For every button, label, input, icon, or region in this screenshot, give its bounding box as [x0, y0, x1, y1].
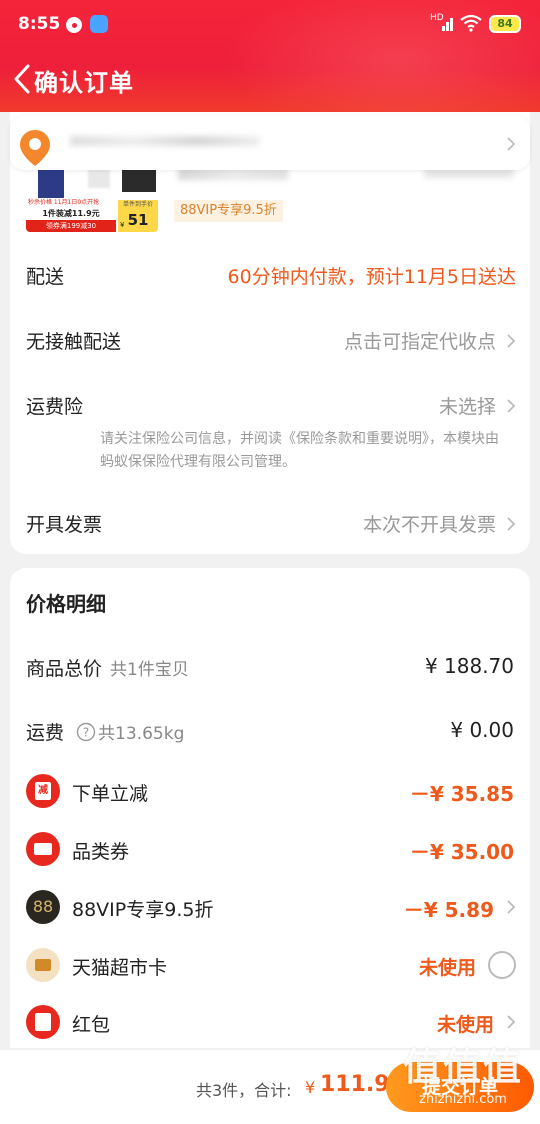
battery-icon: 84: [489, 15, 521, 33]
delivery-value: 60分钟内付款，预计11月5日送达: [227, 266, 516, 288]
coupon-icon: [26, 832, 60, 866]
insurance-label: 运费险: [26, 396, 84, 418]
insurance-row[interactable]: 运费险 未选择: [26, 392, 516, 420]
product-image-price-caption: 单件到手价: [122, 201, 153, 208]
product-image-tag: 秒杀价格 11月1日0点开抢: [28, 199, 100, 206]
product-image-price-currency: ¥: [120, 221, 125, 229]
goods-total-label-text: 商品总价: [26, 658, 103, 680]
chevron-right-icon: [506, 1013, 516, 1035]
ticket-glyph: [34, 843, 52, 855]
vip-amount: －¥ 5.89: [403, 898, 494, 922]
shipping-label: 运费 ? 共13.65kg: [26, 718, 184, 747]
invoice-label: 开具发票: [26, 514, 103, 536]
shipping-label-text: 运费: [26, 722, 65, 744]
status-time: 8:55: [18, 14, 61, 34]
app-notification-icon: [90, 15, 108, 33]
wifi-icon: [460, 14, 482, 37]
price-detail-title: 价格明细: [26, 592, 106, 616]
goods-total-row: 商品总价 共1件宝贝 ¥ 188.70: [26, 650, 516, 682]
chevron-left-icon: [14, 64, 30, 94]
vip-88-glyph: 88: [32, 897, 54, 916]
red-packet-row[interactable]: 红包 未使用: [26, 1005, 516, 1039]
total-currency: ¥: [305, 1078, 316, 1097]
chevron-right-icon: [506, 332, 516, 354]
goods-total-amount: ¥ 188.70: [424, 654, 514, 678]
contactless-value: 点击可指定代收点: [343, 331, 496, 353]
supermarket-card-value: 未使用: [418, 957, 476, 979]
notification-icon: [66, 17, 82, 33]
delivery-row: 配送 60分钟内付款，预计11月5日送达: [26, 262, 516, 290]
red-packet-glyph: [35, 1013, 51, 1031]
invoice-row[interactable]: 开具发票 本次不开具发票: [26, 510, 516, 538]
location-pin-icon: [18, 128, 52, 172]
card-glyph: [35, 959, 51, 971]
coupon-label: 品类券: [72, 841, 130, 863]
contactless-label: 无接触配送: [26, 331, 122, 353]
chevron-right-icon: [506, 397, 516, 419]
order-discount-row: 减 下单立减 －¥ 35.85: [26, 774, 516, 808]
red-packet-value: 未使用: [436, 1014, 494, 1036]
watermark-logo: 值值值: [402, 1045, 523, 1089]
site-watermark: 值值值 zhizhizhi.com: [393, 1043, 533, 1121]
supermarket-card-icon: [26, 948, 60, 982]
category-coupon-row: 品类券 －¥ 35.00: [26, 832, 516, 866]
nav-bar: 确认订单: [0, 52, 540, 106]
total-label: 共3件，合计:: [196, 1081, 292, 1100]
status-bar: 8:55 HD 84: [0, 0, 540, 48]
address-bar[interactable]: [10, 116, 530, 170]
product-image-price: 单件到手价 51 ¥: [118, 200, 158, 232]
discount-amount: －¥ 35.85: [409, 782, 514, 806]
delivery-label: 配送: [26, 266, 65, 288]
supermarket-card-label: 天猫超市卡: [72, 957, 168, 979]
product-image-coupon: 领券满199减30: [26, 220, 116, 232]
insurance-value: 未选择: [438, 396, 496, 418]
discount-label: 下单立减: [72, 783, 149, 805]
goods-count: 共1件宝贝: [110, 660, 189, 680]
header: 8:55 HD 84 确认订单: [0, 0, 540, 112]
shipping-row: 运费 ? 共13.65kg ¥ 0.00: [26, 714, 516, 746]
contactless-row[interactable]: 无接触配送 点击可指定代收点: [26, 327, 516, 355]
vip-discount-row[interactable]: 88 88VIP专享9.5折 －¥ 5.89: [26, 890, 516, 924]
insurance-note: 请关注保险公司信息，并阅读《保险条款和重要说明》，本模块由蚂蚁保保险代理有限公司…: [100, 431, 499, 470]
coupon-amount: －¥ 35.00: [409, 840, 514, 864]
chevron-right-icon: [506, 898, 516, 920]
vip-label: 88VIP专享9.5折: [72, 899, 214, 921]
discount-icon-glyph: 减: [35, 782, 51, 800]
shipping-amount: ¥ 0.00: [450, 718, 514, 742]
vip-88-icon: 88: [26, 890, 60, 924]
help-icon[interactable]: ?: [76, 722, 96, 747]
invoice-value: 本次不开具发票: [362, 514, 496, 536]
red-packet-label: 红包: [72, 1014, 111, 1036]
vip-discount-tag: 88VIP专享9.5折: [174, 200, 283, 222]
svg-text:?: ?: [83, 726, 89, 740]
product-image-promo: 1件装减11.9元: [42, 209, 100, 218]
signal-icon: [442, 15, 456, 31]
page-title: 确认订单: [34, 69, 134, 97]
goods-total-label: 商品总价 共1件宝贝: [26, 654, 189, 681]
chevron-right-icon: [506, 136, 516, 156]
shipping-weight: 共13.65kg: [98, 724, 185, 744]
supermarket-card-radio[interactable]: [488, 951, 516, 979]
supermarket-card-row[interactable]: 天猫超市卡 未使用: [26, 948, 516, 982]
chevron-right-icon: [506, 515, 516, 537]
discount-icon: 减: [26, 774, 60, 808]
watermark-site: zhizhizhi.com: [419, 1092, 507, 1107]
address-text-blurred: [70, 136, 260, 146]
red-packet-icon: [26, 1005, 60, 1039]
